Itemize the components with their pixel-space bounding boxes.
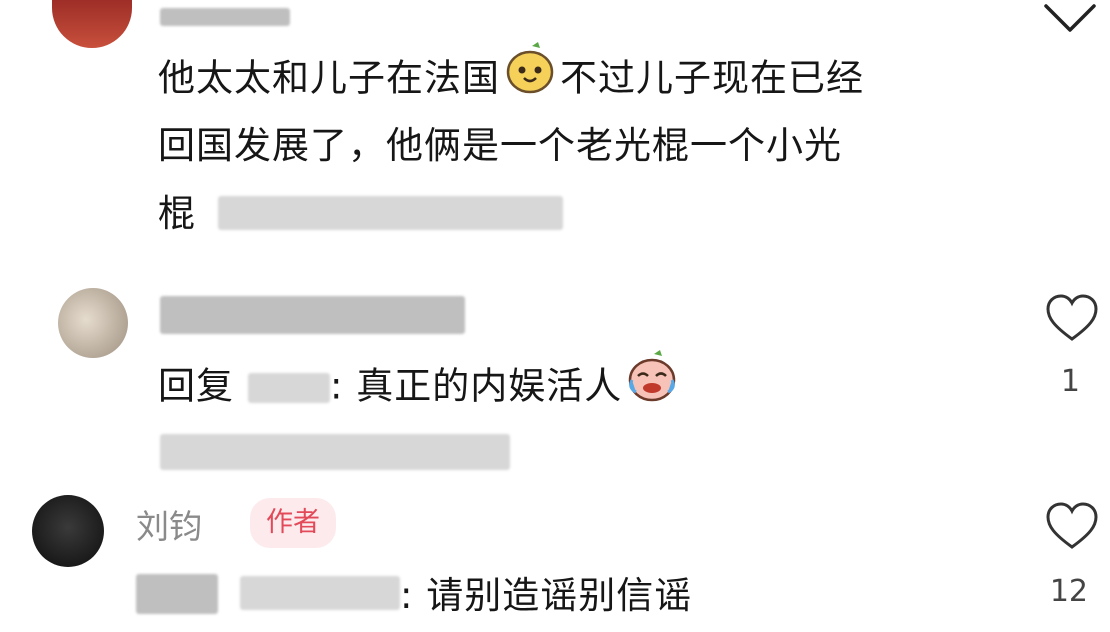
avatar[interactable]	[52, 0, 132, 48]
avatar[interactable]	[58, 288, 128, 358]
crying-laughing-emoji	[624, 348, 680, 428]
reply-text-line: 回复 : 真正的内娱活人	[158, 348, 682, 428]
like-count: 1	[1060, 364, 1080, 399]
heart-outline-icon[interactable]	[1044, 500, 1100, 556]
comment-text-part: 棍	[158, 192, 196, 235]
blurred-reply-prefix	[136, 574, 218, 614]
comment-text-line: 回国发展了，他俩是一个老光棍一个小光	[158, 124, 842, 167]
comment-text-part: 不过儿子现在已经	[560, 56, 864, 100]
author-name[interactable]: 刘钧	[136, 500, 202, 548]
blurred-meta	[218, 196, 563, 230]
reply-text: : 请别造谣别信谣	[400, 574, 693, 617]
comment-text-line: 棍	[158, 178, 196, 250]
author-badge: 作者	[250, 498, 336, 548]
blurred-meta	[160, 434, 510, 470]
blurred-mention	[248, 373, 330, 403]
reply-prefix: 回复	[158, 364, 234, 408]
chevron-down-icon[interactable]	[1042, 2, 1098, 38]
comment-text-line: 他太太和儿子在法国 不过儿子现在已经	[158, 40, 864, 120]
avatar[interactable]	[32, 495, 104, 567]
reply-text: : 真正的内娱活人	[330, 364, 623, 408]
blurred-username	[160, 296, 465, 334]
like-count: 12	[1049, 574, 1088, 609]
comment-text-part: 他太太和儿子在法国	[158, 56, 500, 100]
blurred-mention	[240, 576, 400, 610]
blurred-username	[160, 8, 290, 26]
heart-outline-icon[interactable]	[1044, 292, 1100, 348]
smiling-pear-emoji	[502, 40, 558, 120]
